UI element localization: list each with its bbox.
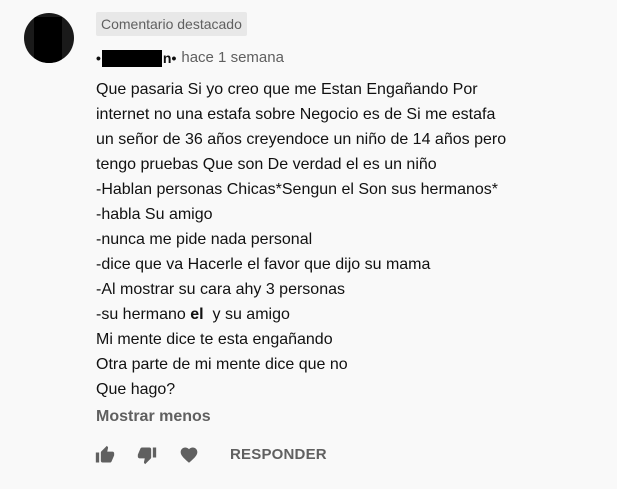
comment-line: internet no una estafa sobre Negocio es … (96, 106, 496, 123)
comment-line: -Hablan personas Chicas*Sengun el Son su… (96, 181, 499, 198)
thumbs-up-icon (95, 445, 115, 463)
comment-bold-word: el (190, 306, 204, 323)
show-less-button[interactable]: Mostrar menos (96, 406, 211, 428)
avatar[interactable] (24, 13, 74, 63)
comment-line: -habla Su amigo (96, 206, 213, 223)
comment-text: Que pasaria Si yo creo que me Estan Enga… (96, 77, 606, 402)
comment-line-text: -su hermano (96, 306, 191, 323)
like-button[interactable] (92, 440, 118, 470)
author-prefix: • (96, 50, 101, 66)
comment-line: un señor de 36 años creyendoce un niño d… (96, 131, 507, 148)
author-suffix: n• (162, 50, 177, 66)
comment-line-text: y su amigo (203, 306, 290, 323)
avatar-redaction (34, 17, 62, 63)
comment-actions: RESPONDER (92, 440, 327, 470)
comment-line: -dice que va Hacerle el favor que dijo s… (96, 256, 431, 273)
reply-button[interactable]: RESPONDER (230, 440, 327, 470)
dislike-button[interactable] (134, 440, 160, 470)
comment-line: Otra parte de mi mente dice que no (96, 356, 348, 373)
comment-line: tengo pruebas Que son De verdad el es un… (96, 156, 437, 173)
comment-line: -Al mostrar su cara ahy 3 personas (96, 281, 345, 298)
author-redaction (101, 49, 162, 67)
comment-line: Que pasaria Si yo creo que me Estan Enga… (96, 81, 478, 98)
comment-line: Mi mente dice te esta engañando (96, 331, 333, 348)
comment-line: -nunca me pide nada personal (96, 231, 313, 248)
comment-line: -su hermano el y su amigo (96, 302, 606, 327)
heart-icon (180, 447, 198, 463)
comment-meta: • n• hace 1 semana (96, 47, 284, 69)
pinned-comment-badge: Comentario destacado (96, 12, 247, 36)
comment-line: Que hago? (96, 381, 176, 398)
author-name[interactable]: • n• (96, 47, 176, 69)
comment-timestamp[interactable]: hace 1 semana (181, 47, 284, 69)
heart-button[interactable] (176, 440, 202, 470)
thumbs-down-icon (137, 447, 157, 465)
